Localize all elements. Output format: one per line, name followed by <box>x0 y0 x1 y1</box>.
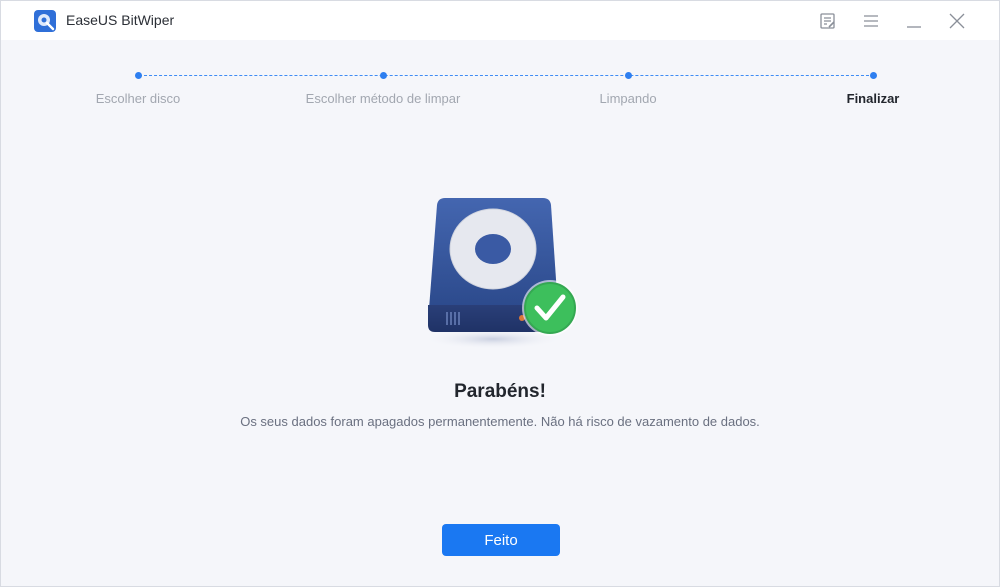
step-2-dot <box>380 72 387 79</box>
close-icon[interactable] <box>947 11 967 31</box>
step-1-dot <box>135 72 142 79</box>
step-4-dot <box>870 72 877 79</box>
success-title: Parabéns! <box>454 381 546 402</box>
progress-stepper: Escolher disco Escolher método de limpar… <box>1 61 999 121</box>
step-1-label: Escolher disco <box>95 91 181 106</box>
app-title: EaseUS BitWiper <box>66 12 175 28</box>
step-3-label: Limpando <box>599 91 657 106</box>
step-2-label: Escolher método de limpar <box>305 91 461 106</box>
step-4-label: Finalizar <box>846 91 900 106</box>
stepper-connector <box>139 75 874 76</box>
done-button[interactable]: Feito <box>442 524 560 556</box>
minimize-icon[interactable] <box>904 11 924 31</box>
success-message: Os seus dados foram apagados permanentem… <box>240 414 760 429</box>
app-logo-icon <box>33 9 57 33</box>
step-3-dot <box>625 72 632 79</box>
app-window: EaseUS BitWiper Escolher disco Escolher … <box>0 0 1000 587</box>
hard-drive-check-icon <box>411 191 591 361</box>
menu-icon[interactable] <box>861 11 881 31</box>
feedback-icon[interactable] <box>818 11 838 31</box>
title-bar: EaseUS BitWiper <box>1 1 999 40</box>
